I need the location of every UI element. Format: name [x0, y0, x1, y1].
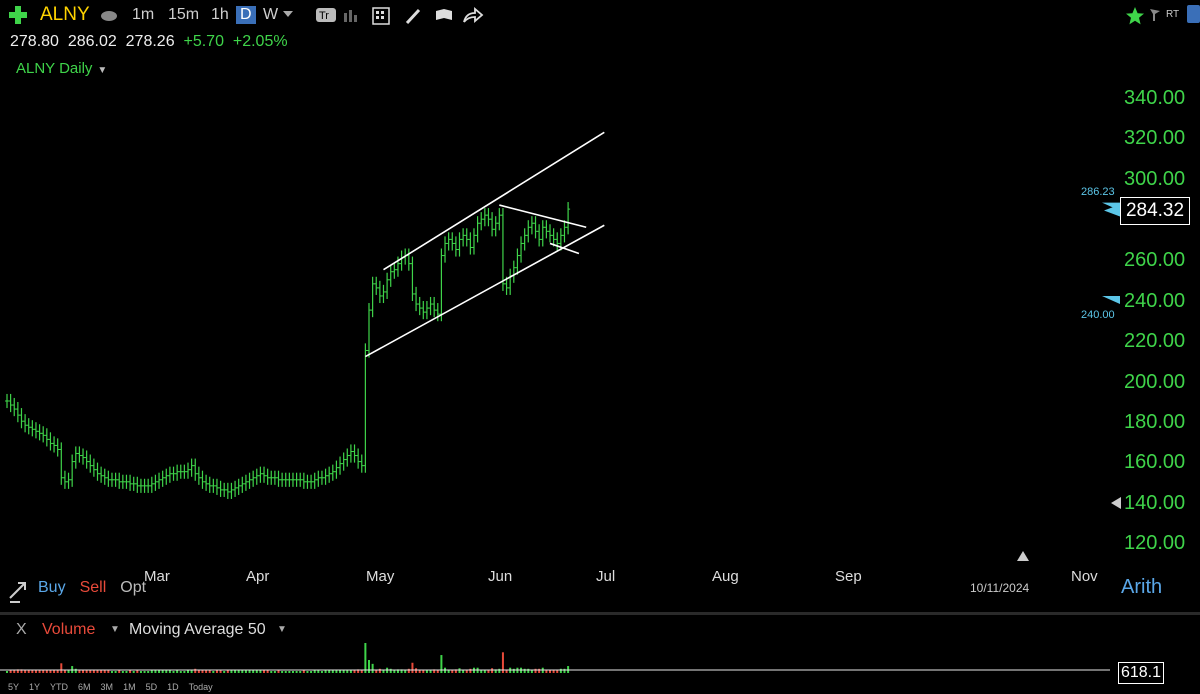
- buy-button[interactable]: Buy: [38, 579, 66, 596]
- volume-header: X Volume ▼ Moving Average 50 ▼: [0, 617, 1110, 643]
- range-button[interactable]: Today: [189, 682, 213, 692]
- y-tick-label: 140.00: [1124, 492, 1186, 514]
- price-alert-label[interactable]: 240.00: [1081, 309, 1115, 321]
- x-tick-label: Nov: [1071, 568, 1098, 585]
- trendline-channel-lower: [364, 224, 605, 358]
- volume-last-value: 618.1: [1118, 662, 1164, 684]
- range-button[interactable]: 1Y: [29, 682, 40, 692]
- y-tick-label: 220.00: [1124, 330, 1186, 352]
- option-button[interactable]: Opt: [120, 579, 146, 596]
- pane-divider[interactable]: [0, 612, 1200, 615]
- moving-average-label[interactable]: Moving Average 50: [129, 621, 266, 639]
- price-alert-marker: [1102, 296, 1120, 304]
- range-button[interactable]: 1D: [167, 682, 179, 692]
- close-pane-button[interactable]: X: [16, 621, 27, 639]
- y-tick-label: 240.00: [1124, 290, 1186, 312]
- x-tick-label: Apr: [246, 568, 270, 585]
- range-button[interactable]: YTD: [50, 682, 68, 692]
- scroll-up-icon[interactable]: [1017, 551, 1029, 561]
- x-tick-label: Aug: [712, 568, 739, 585]
- chevron-down-icon[interactable]: ▼: [277, 624, 287, 635]
- current-date-label: 10/11/2024: [970, 581, 1030, 595]
- trendline-channel-upper: [383, 131, 605, 271]
- chevron-down-icon[interactable]: ▼: [110, 624, 120, 635]
- x-tick-label: Sep: [835, 568, 862, 585]
- y-tick-label: 300.00: [1124, 168, 1186, 190]
- range-button[interactable]: 5D: [146, 682, 158, 692]
- sell-button[interactable]: Sell: [80, 579, 107, 596]
- range-button[interactable]: 6M: [78, 682, 91, 692]
- x-tick-label: Jul: [596, 568, 616, 585]
- range-selector: 5Y 1Y YTD 6M 3M 1M 5D 1D Today: [8, 682, 223, 692]
- x-tick-label: May: [366, 568, 395, 585]
- y-tick-label: 320.00: [1124, 127, 1186, 149]
- order-bar: Buy Sell Opt: [38, 579, 160, 597]
- scroll-left-icon[interactable]: [1111, 497, 1121, 509]
- range-button[interactable]: 3M: [101, 682, 114, 692]
- y-tick-label: 160.00: [1124, 451, 1186, 473]
- collapse-icon[interactable]: [8, 578, 28, 604]
- range-button[interactable]: 5Y: [8, 682, 19, 692]
- last-price-label: 284.32: [1120, 197, 1190, 225]
- volume-study-label[interactable]: Volume: [42, 621, 95, 639]
- y-tick-label: 120.00: [1124, 532, 1186, 554]
- y-tick-label: 200.00: [1124, 371, 1186, 393]
- range-button[interactable]: 1M: [123, 682, 136, 692]
- y-tick-label: 260.00: [1124, 249, 1186, 271]
- y-tick-label: 180.00: [1124, 411, 1186, 433]
- y-tick-label: 340.00: [1124, 87, 1186, 109]
- price-alert-label[interactable]: 286.23: [1081, 186, 1115, 198]
- scale-type-label[interactable]: Arith: [1121, 576, 1162, 599]
- x-tick-label: Jun: [488, 568, 513, 585]
